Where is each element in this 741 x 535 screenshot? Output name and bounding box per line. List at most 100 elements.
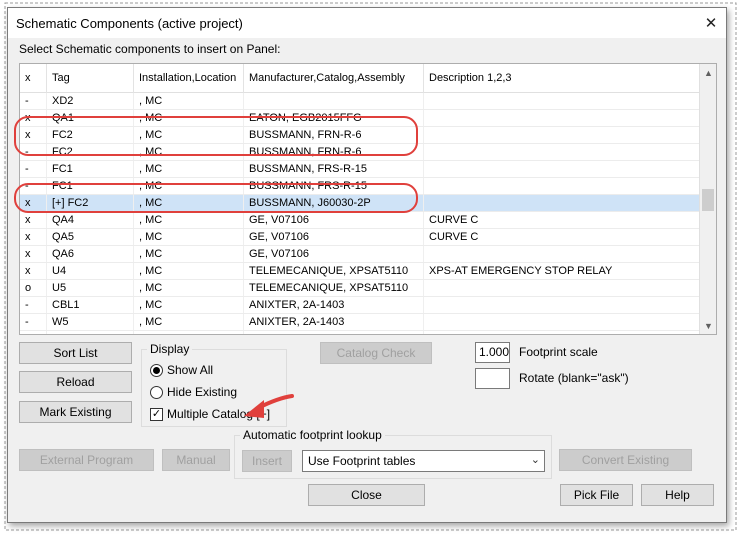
footprint-lookup-value: Use Footprint tables (308, 454, 416, 468)
scroll-up-icon[interactable]: ▲ (700, 64, 716, 81)
scrollbar-thumb[interactable] (702, 189, 714, 211)
table-row[interactable]: o U5, MC TELEMECANIQUE, XPSAT5110 (20, 280, 700, 297)
manufacturer-cell: BUSSMANN, FRS-R-15 (244, 178, 424, 194)
location-cell: , MC (134, 314, 244, 330)
table-row[interactable]: x U4, MC TELEMECANIQUE, XPSAT5110 XPS-AT EM… (20, 263, 700, 280)
row-mark-cell: - (20, 331, 47, 334)
location-cell: , MC (134, 263, 244, 279)
radio-unchecked-icon (150, 385, 163, 399)
display-group: Display Show All Hide Existing ✓ Multipl… (141, 342, 287, 427)
table-row[interactable]: - FC1, MC BUSSMANN, FRS-R-15 (20, 178, 700, 195)
radio-checked-icon (150, 363, 163, 377)
catalog-check-button[interactable]: Catalog Check (320, 342, 432, 364)
reload-button[interactable]: Reload (19, 371, 132, 393)
tag-cell: FC2 (47, 144, 134, 160)
tag-cell: [+] FC2 (47, 195, 134, 211)
tag-cell: QA4 (47, 212, 134, 228)
footprint-lookup-legend: Automatic footprint lookup (240, 428, 385, 442)
footprint-scale-input[interactable]: 1.000 (475, 342, 510, 363)
manufacturer-cell: ANIXTER, 2A-1403 (244, 314, 424, 330)
description-cell (424, 331, 700, 334)
description-cell (424, 161, 700, 177)
location-cell: , MC (134, 110, 244, 126)
chevron-down-icon: ⌄ (530, 454, 540, 466)
scroll-down-icon[interactable]: ▼ (700, 317, 716, 334)
close-icon[interactable]: ✕ (696, 8, 726, 38)
tag-cell (47, 331, 134, 334)
rotate-input[interactable] (475, 368, 510, 389)
location-cell: , MC (134, 229, 244, 245)
location-cell: , MC (134, 212, 244, 228)
location-cell: , MC (134, 246, 244, 262)
convert-existing-button[interactable]: Convert Existing (559, 449, 692, 471)
table-row[interactable]: x QA5, MC GE, V07106 CURVE C (20, 229, 700, 246)
table-row[interactable]: x [+] FC2, MC BUSSMANN, J60030-2P (20, 195, 700, 212)
column-header-tag[interactable]: Tag (47, 64, 134, 93)
description-cell (424, 246, 700, 262)
table-row[interactable]: - CBL1, MC ANIXTER, 2A-1403 (20, 297, 700, 314)
location-cell: , MC (134, 195, 244, 211)
column-header-installation-location[interactable]: Installation,Location (134, 64, 244, 93)
table-row[interactable]: x QA4, MC GE, V07106 CURVE C (20, 212, 700, 229)
tag-cell: QA5 (47, 229, 134, 245)
description-cell: XPS-AT EMERGENCY STOP RELAY (424, 263, 700, 279)
table-row[interactable]: - W5, MC ANIXTER, 2A-1403 (20, 314, 700, 331)
tag-cell: U5 (47, 280, 134, 296)
table-row[interactable]: - FC1, MC BUSSMANN, FRS-R-15 (20, 161, 700, 178)
row-mark-cell: - (20, 314, 47, 330)
tag-cell: U4 (47, 263, 134, 279)
row-mark-cell: o (20, 280, 47, 296)
mark-existing-button[interactable]: Mark Existing (19, 401, 132, 423)
checkmark-icon: ✓ (150, 407, 163, 421)
description-cell: CURVE C (424, 229, 700, 245)
manufacturer-cell: GE, V07106 (244, 246, 424, 262)
instruction-label: Select Schematic components to insert on… (19, 42, 281, 56)
column-header-description[interactable]: Description 1,2,3 (424, 64, 700, 93)
display-group-legend: Display (147, 342, 193, 356)
components-grid[interactable]: x Tag Installation,Location Manufacturer… (19, 63, 717, 335)
row-mark-cell: - (20, 178, 47, 194)
table-row[interactable]: - (20, 331, 700, 334)
grid-rows: - XD2, MC x QA1, MC EATON, EGB2015FFG x FC2, M… (20, 93, 700, 334)
window-title: Schematic Components (active project) (16, 16, 243, 31)
footprint-lookup-group: Automatic footprint lookup Insert Use Fo… (234, 428, 552, 479)
footprint-lookup-select[interactable]: Use Footprint tables ⌄ (302, 450, 545, 472)
table-row[interactable]: x QA1, MC EATON, EGB2015FFG (20, 110, 700, 127)
manufacturer-cell: BUSSMANN, J60030-2P (244, 195, 424, 211)
row-mark-cell: - (20, 144, 47, 160)
description-cell (424, 195, 700, 211)
column-header-x[interactable]: x (20, 64, 47, 93)
sort-list-button[interactable]: Sort List (19, 342, 132, 364)
description-cell (424, 314, 700, 330)
row-mark-cell: x (20, 263, 47, 279)
manufacturer-cell: GE, V07106 (244, 212, 424, 228)
description-cell (424, 297, 700, 313)
table-row[interactable]: - XD2, MC (20, 93, 700, 110)
description-cell (424, 110, 700, 126)
hide-existing-label: Hide Existing (167, 385, 238, 399)
manufacturer-cell: GE, V07106 (244, 229, 424, 245)
row-mark-cell: x (20, 195, 47, 211)
close-button[interactable]: Close (308, 484, 425, 506)
schematic-components-dialog: Schematic Components (active project) ✕ … (7, 7, 727, 523)
insert-button[interactable]: Insert (242, 450, 292, 472)
tag-cell: W5 (47, 314, 134, 330)
manufacturer-cell: ANIXTER, 2A-1403 (244, 297, 424, 313)
table-row[interactable]: - FC2, MC BUSSMANN, FRN-R-6 (20, 144, 700, 161)
footprint-scale-label: Footprint scale (519, 345, 598, 359)
help-button[interactable]: Help (641, 484, 714, 506)
tag-cell: CBL1 (47, 297, 134, 313)
grid-vertical-scrollbar[interactable]: ▲ ▼ (699, 64, 716, 334)
multiple-catalog-checkbox[interactable]: ✓ Multiple Catalog [+] (150, 407, 270, 421)
column-header-manufacturer-catalog[interactable]: Manufacturer,Catalog,Assembly (244, 64, 424, 93)
hide-existing-radio[interactable]: Hide Existing (150, 385, 237, 399)
show-all-radio[interactable]: Show All (150, 363, 213, 377)
pick-file-button[interactable]: Pick File (560, 484, 633, 506)
external-program-button[interactable]: External Program (19, 449, 154, 471)
table-row[interactable]: x QA6, MC GE, V07106 (20, 246, 700, 263)
rotate-label: Rotate (blank="ask") (519, 371, 629, 385)
table-row[interactable]: x FC2, MC BUSSMANN, FRN-R-6 (20, 127, 700, 144)
location-cell: , MC (134, 144, 244, 160)
description-cell (424, 280, 700, 296)
manual-button[interactable]: Manual (162, 449, 230, 471)
